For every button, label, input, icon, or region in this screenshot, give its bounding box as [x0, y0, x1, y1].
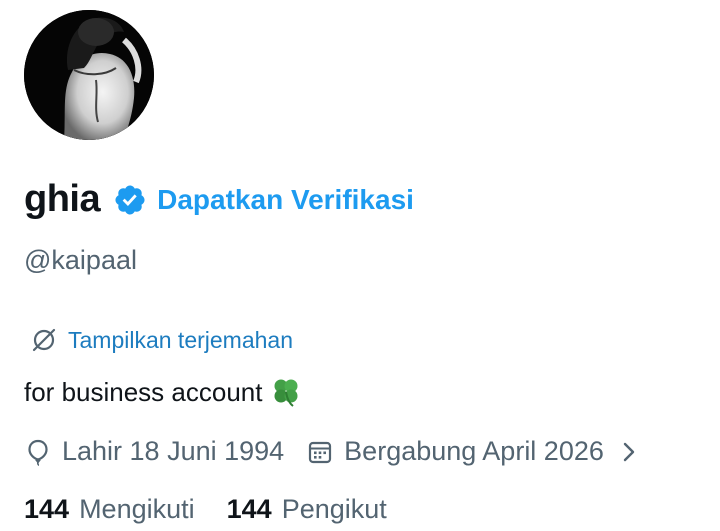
avatar-photo — [24, 10, 154, 140]
join-date: Bergabung April 2026 — [306, 436, 604, 467]
translate-icon — [30, 326, 58, 354]
show-translation-button[interactable]: Tampilkan terjemahan — [30, 326, 293, 354]
following-link[interactable]: 144 Mengikuti — [24, 494, 195, 525]
followers-link[interactable]: 144 Pengikut — [227, 494, 387, 525]
four-leaf-clover-icon — [270, 376, 302, 408]
profile-meta: Lahir 18 Juni 1994 Bergabung April 2026 — [24, 436, 640, 467]
birth-date: Lahir 18 Juni 1994 — [24, 436, 284, 467]
calendar-icon — [306, 438, 334, 466]
verified-badge-icon[interactable] — [113, 183, 147, 217]
follow-stats: 144 Mengikuti 144 Pengikut — [24, 494, 387, 525]
followers-count: 144 — [226, 494, 272, 524]
birth-date-text: Lahir 18 Juni 1994 — [62, 436, 285, 466]
get-verified-link[interactable]: Dapatkan Verifikasi — [157, 184, 414, 216]
join-date-text: Bergabung April 2026 — [344, 436, 604, 466]
following-count: 144 — [24, 494, 70, 524]
balloon-icon — [24, 438, 52, 466]
display-name: ghia — [24, 178, 101, 220]
followers-label: Pengikut — [281, 494, 387, 524]
bio: for business account — [24, 376, 302, 408]
user-handle: @kaipaal — [24, 245, 137, 275]
bio-text: for business account — [24, 376, 263, 407]
translate-label: Tampilkan terjemahan — [68, 326, 294, 353]
chevron-right-icon[interactable] — [618, 438, 640, 466]
name-row: ghia Dapatkan Verifikasi — [24, 178, 414, 221]
following-label: Mengikuti — [79, 494, 195, 524]
avatar[interactable] — [24, 10, 154, 140]
